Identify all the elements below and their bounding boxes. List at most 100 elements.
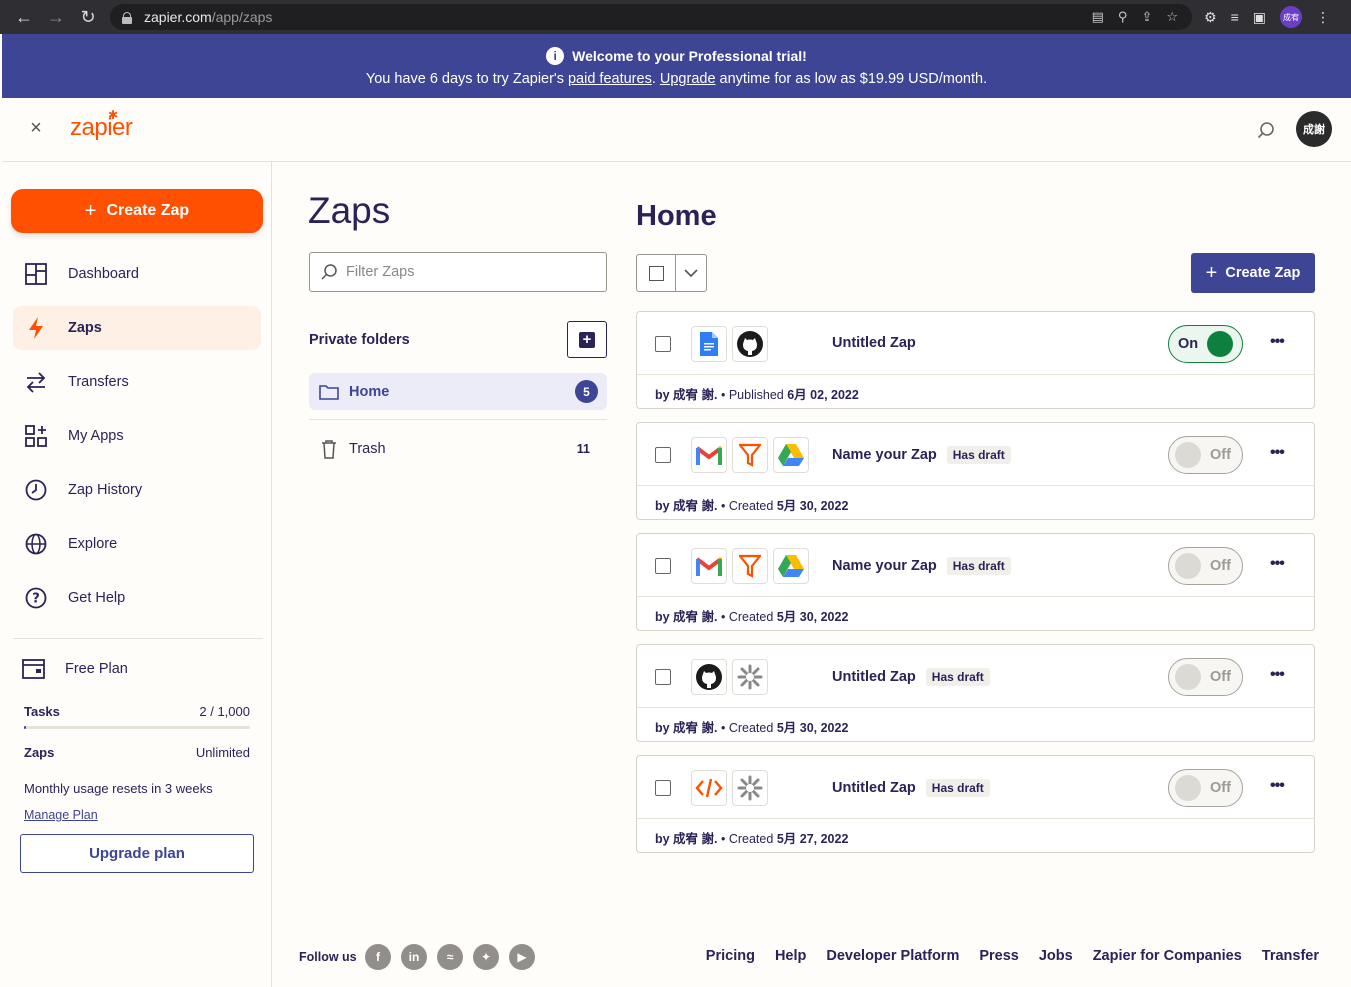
translate-icon[interactable]: ▤ (1092, 9, 1104, 25)
zap-name[interactable]: Name your Zap Has draft (832, 557, 1011, 575)
wallet-icon (22, 659, 45, 679)
sidebar-item-label: Transfers (68, 374, 129, 390)
info-icon: i (546, 47, 565, 65)
share-icon[interactable]: ⇪ (1141, 9, 1152, 25)
zap-status-toggle[interactable]: Off (1168, 436, 1243, 474)
zap-status-toggle[interactable]: Off (1168, 769, 1243, 807)
zap-checkbox[interactable] (655, 780, 671, 796)
zap-status-toggle[interactable]: Off (1168, 547, 1243, 585)
zap-checkbox[interactable] (655, 336, 671, 352)
zap-row[interactable]: Name your Zap Has draft Off ••• by 成宥 謝.… (636, 533, 1315, 631)
user-avatar[interactable]: 成謝 (1296, 111, 1332, 147)
gmail-icon (691, 437, 727, 473)
search-icon[interactable] (1256, 120, 1276, 140)
footer-link-developer-platform[interactable]: Developer Platform (826, 948, 959, 964)
folder-item-home[interactable]: Home 5 (309, 373, 607, 410)
profile-avatar[interactable]: 成宥 (1279, 6, 1302, 28)
zap-name[interactable]: Untitled Zap Has draft (832, 779, 990, 797)
toggle-knob (1207, 331, 1234, 357)
footer-link-help[interactable]: Help (775, 948, 806, 964)
zap-checkbox[interactable] (655, 558, 671, 574)
more-options-icon[interactable]: ••• (1270, 334, 1285, 350)
twitter-icon[interactable]: ✦ (473, 944, 499, 970)
zap-name[interactable]: Untitled Zap Has draft (832, 668, 990, 686)
rss-icon[interactable]: ≈ (437, 944, 463, 970)
upgrade-plan-button[interactable]: Upgrade plan (20, 834, 254, 873)
reload-icon[interactable]: ↻ (72, 0, 104, 34)
tasks-label: Tasks (24, 704, 60, 719)
sidebar-item-zaps[interactable]: Zaps (13, 306, 261, 350)
linkedin-icon[interactable]: in (401, 944, 427, 970)
zoom-icon[interactable]: ⚲ (1118, 9, 1128, 25)
select-all-checkbox[interactable] (637, 255, 677, 291)
sidebar-item-explore[interactable]: Explore (13, 522, 261, 566)
folder-item-trash[interactable]: Trash 11 (309, 430, 607, 467)
toggle-label: Off (1210, 558, 1231, 574)
zaps-value: Unlimited (195, 745, 250, 760)
footer-link-transfer[interactable]: Transfer (1262, 948, 1319, 964)
more-options-icon[interactable]: ••• (1270, 667, 1285, 683)
create-zap-main-button[interactable]: + Create Zap (1191, 253, 1315, 293)
more-options-icon[interactable]: ••• (1270, 778, 1285, 794)
usage-reset-note: Monthly usage resets in 3 weeks (24, 781, 213, 796)
zap-meta: by 成宥 謝. • Created 5月 27, 2022 (655, 832, 849, 846)
google-drive-icon (773, 548, 809, 584)
zap-status-toggle[interactable]: On (1168, 325, 1243, 363)
facebook-icon[interactable]: f (365, 944, 391, 970)
manage-plan-link[interactable]: Manage Plan (24, 808, 98, 822)
chevron-down-icon[interactable] (676, 255, 706, 291)
folder-label: Trash (349, 440, 386, 457)
filter-zaps-field[interactable] (309, 252, 607, 292)
menu-dots-icon[interactable]: ⋮ (1316, 9, 1330, 26)
private-folders-label: Private folders (309, 332, 410, 348)
footer-link-jobs[interactable]: Jobs (1039, 948, 1073, 964)
sidebar-item-get-help[interactable]: ? Get Help (13, 576, 261, 620)
add-folder-button[interactable]: + (567, 321, 607, 358)
tasks-progress-fill (24, 726, 27, 729)
zap-row[interactable]: Name your Zap Has draft Off ••• by 成宥 謝.… (636, 422, 1315, 520)
trial-banner: i Welcome to your Professional trial! You… (2, 34, 1351, 98)
zap-row[interactable]: Untitled Zap Has draft Off ••• by 成宥 謝. … (636, 755, 1315, 853)
upgrade-link[interactable]: Upgrade (660, 71, 716, 87)
sidebar-item-dashboard[interactable]: Dashboard (13, 252, 261, 296)
zap-date: 5月 27, 2022 (776, 832, 849, 846)
side-panel-icon[interactable]: ▣ (1253, 9, 1266, 26)
zap-row[interactable]: Untitled Zap On ••• by 成宥 謝. • Published… (636, 311, 1315, 409)
sidebar-item-zap-history[interactable]: Zap History (13, 468, 261, 512)
create-zap-button[interactable]: + Create Zap (11, 189, 263, 233)
zap-checkbox[interactable] (655, 669, 671, 685)
zap-name[interactable]: Untitled Zap (832, 335, 916, 351)
zapier-logo[interactable]: zapier ✱ (70, 108, 133, 142)
bookmark-star-icon[interactable]: ☆ (1166, 9, 1178, 25)
zap-status-toggle[interactable]: Off (1168, 658, 1243, 696)
back-icon[interactable]: ← (8, 0, 40, 34)
zap-action: Created (728, 610, 774, 624)
forward-icon[interactable]: → (40, 0, 72, 34)
zap-checkbox[interactable] (655, 447, 671, 463)
footer-link-press[interactable]: Press (979, 948, 1019, 964)
sidebar-item-my-apps[interactable]: My Apps (13, 414, 261, 458)
toggle-label: Off (1210, 447, 1231, 463)
more-options-icon[interactable]: ••• (1270, 556, 1285, 572)
footer-link-pricing[interactable]: Pricing (706, 948, 755, 964)
apps-icon (24, 424, 48, 448)
zap-owner: by 成宥 謝. (655, 499, 718, 513)
address-bar[interactable]: zapier.com/app/zaps ▤ ⚲ ⇪ ☆ (110, 4, 1192, 30)
zap-app-icons (691, 659, 768, 695)
zap-name[interactable]: Name your Zap Has draft (832, 446, 1011, 464)
filter-zaps-input[interactable] (346, 264, 586, 280)
zap-date: 5月 30, 2022 (776, 721, 849, 735)
more-options-icon[interactable]: ••• (1270, 445, 1285, 461)
youtube-icon[interactable]: ▶ (509, 944, 535, 970)
zap-name-text: Untitled Zap (832, 780, 916, 796)
reading-list-icon[interactable]: ≡ (1231, 9, 1239, 25)
sidebar-item-transfers[interactable]: Transfers (13, 360, 261, 404)
bulk-select-control[interactable] (636, 254, 707, 292)
zap-row[interactable]: Untitled Zap Has draft Off ••• by 成宥 謝. … (636, 644, 1315, 742)
footer-link-zapier-for-companies[interactable]: Zapier for Companies (1093, 948, 1242, 964)
paid-features-link[interactable]: paid features (568, 71, 652, 87)
zap-owner: by 成宥 謝. (655, 388, 718, 402)
extensions-icon[interactable]: ⚙ (1204, 9, 1217, 26)
zap-name-text: Untitled Zap (832, 669, 916, 685)
close-icon[interactable]: × (26, 118, 46, 138)
